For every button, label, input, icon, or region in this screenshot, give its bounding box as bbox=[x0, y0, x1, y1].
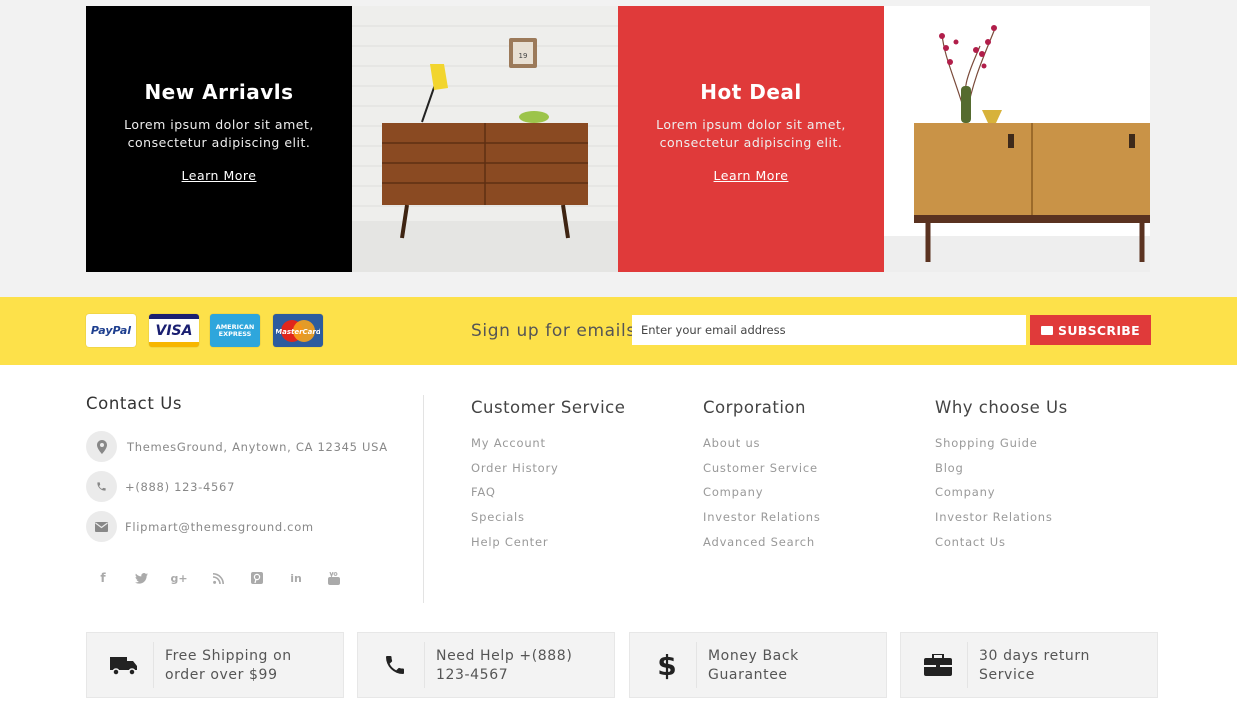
sideboard-image bbox=[884, 6, 1150, 272]
paypal-icon: PayPal bbox=[86, 314, 136, 347]
link-investor-relations[interactable]: Investor Relations bbox=[703, 511, 821, 536]
info-help-text: Need Help +(888) 123-4567 bbox=[436, 648, 573, 683]
info-box-money-back: $ Money Back Guarantee bbox=[629, 632, 887, 698]
email-input[interactable] bbox=[632, 315, 1026, 345]
corporation-links: About us Customer Service Company Invest… bbox=[703, 437, 821, 560]
new-arrivals-text: Lorem ipsum dolor sit amet, consectetur … bbox=[124, 117, 314, 150]
link-about-us[interactable]: About us bbox=[703, 437, 821, 462]
why-choose-us-links: Shopping Guide Blog Company Investor Rel… bbox=[935, 437, 1053, 560]
new-arrivals-tile: New Arriavls Lorem ipsum dolor sit amet,… bbox=[86, 6, 352, 272]
hot-deal-learn-more-link[interactable]: Learn More bbox=[714, 168, 789, 183]
briefcase-icon bbox=[923, 650, 953, 680]
sideboard-illustration bbox=[884, 6, 1150, 272]
corporation-title: Corporation bbox=[703, 398, 806, 417]
why-choose-us-title: Why choose Us bbox=[935, 398, 1068, 417]
link-shopping-guide[interactable]: Shopping Guide bbox=[935, 437, 1053, 462]
info-box-shipping: Free Shipping on order over $99 bbox=[86, 632, 344, 698]
envelope-icon bbox=[1041, 325, 1054, 335]
facebook-icon[interactable]: f bbox=[95, 571, 111, 585]
hot-deal-title: Hot Deal bbox=[700, 80, 802, 104]
info-separator bbox=[696, 642, 697, 688]
info-box-help: Need Help +(888) 123-4567 bbox=[357, 632, 615, 698]
truck-icon bbox=[109, 650, 139, 680]
link-order-history[interactable]: Order History bbox=[471, 461, 559, 487]
contact-address-text: ThemesGround, Anytown, CA 12345 USA bbox=[127, 439, 388, 454]
customer-service-links: My Account Order History FAQ Specials He… bbox=[471, 437, 559, 560]
subscribe-label: SUBSCRIBE bbox=[1058, 322, 1140, 338]
dresser-illustration: 19 bbox=[352, 6, 618, 272]
link-company-2[interactable]: Company bbox=[935, 486, 1053, 511]
linkedin-icon[interactable]: in bbox=[288, 571, 304, 585]
clock-number: 19 bbox=[519, 52, 528, 60]
link-company[interactable]: Company bbox=[703, 486, 821, 511]
contact-address: ThemesGround, Anytown, CA 12345 USA bbox=[86, 431, 388, 462]
mastercard-icon: MasterCard bbox=[273, 314, 323, 347]
signup-label: Sign up for emails bbox=[471, 321, 636, 341]
contact-email: Flipmart@themesground.com bbox=[86, 511, 314, 542]
contact-phone-text: +(888) 123-4567 bbox=[125, 479, 236, 494]
footer: Contact Us ThemesGround, Anytown, CA 123… bbox=[0, 365, 1237, 728]
visa-icon: VISA bbox=[149, 314, 199, 347]
dresser-image: 19 bbox=[352, 6, 618, 272]
hot-deal-text: Lorem ipsum dolor sit amet, consectetur … bbox=[656, 117, 846, 150]
contact-email-text[interactable]: Flipmart@themesground.com bbox=[125, 520, 314, 534]
twitter-icon[interactable] bbox=[133, 571, 149, 585]
link-specials[interactable]: Specials bbox=[471, 511, 559, 536]
new-arrivals-learn-more-link[interactable]: Learn More bbox=[182, 168, 257, 183]
hot-deal-tile: Hot Deal Lorem ipsum dolor sit amet, con… bbox=[618, 6, 884, 272]
google-plus-icon[interactable]: g+ bbox=[170, 571, 187, 585]
info-separator bbox=[153, 642, 154, 688]
map-marker-icon bbox=[86, 431, 117, 462]
link-contact-us[interactable]: Contact Us bbox=[935, 535, 1053, 561]
promo-banner: New Arriavls Lorem ipsum dolor sit amet,… bbox=[86, 6, 1151, 272]
link-faq[interactable]: FAQ bbox=[471, 486, 559, 511]
customer-service-title: Customer Service bbox=[471, 398, 626, 417]
info-separator bbox=[967, 642, 968, 688]
info-money-back-text: Money Back Guarantee bbox=[708, 648, 799, 683]
contact-phone: +(888) 123-4567 bbox=[86, 471, 235, 502]
new-arrivals-title: New Arriavls bbox=[144, 80, 294, 104]
youtube-icon[interactable] bbox=[326, 571, 342, 585]
envelope-icon bbox=[86, 511, 117, 542]
phone-icon bbox=[86, 471, 117, 502]
mastercard-label: MasterCard bbox=[276, 328, 320, 336]
amex-icon: AMERICAN EXPRESS bbox=[210, 314, 260, 347]
link-help-center[interactable]: Help Center bbox=[471, 535, 559, 561]
info-box-returns: 30 days return Service bbox=[900, 632, 1158, 698]
dollar-icon: $ bbox=[657, 648, 677, 682]
link-investor-relations-2[interactable]: Investor Relations bbox=[935, 511, 1053, 536]
pinterest-icon[interactable] bbox=[249, 571, 265, 585]
phone-icon bbox=[380, 650, 410, 680]
amex-line2: EXPRESS bbox=[218, 329, 252, 338]
link-advanced-search[interactable]: Advanced Search bbox=[703, 535, 821, 561]
contact-title: Contact Us bbox=[86, 394, 183, 413]
info-separator bbox=[424, 642, 425, 688]
link-customer-service[interactable]: Customer Service bbox=[703, 461, 821, 487]
rss-icon[interactable] bbox=[210, 571, 226, 585]
info-returns-text: 30 days return Service bbox=[979, 648, 1090, 683]
subscribe-button[interactable]: SUBSCRIBE bbox=[1030, 315, 1151, 345]
link-my-account[interactable]: My Account bbox=[471, 437, 559, 462]
footer-divider bbox=[423, 395, 424, 603]
info-shipping-text: Free Shipping on order over $99 bbox=[165, 648, 292, 683]
link-blog[interactable]: Blog bbox=[935, 461, 1053, 487]
